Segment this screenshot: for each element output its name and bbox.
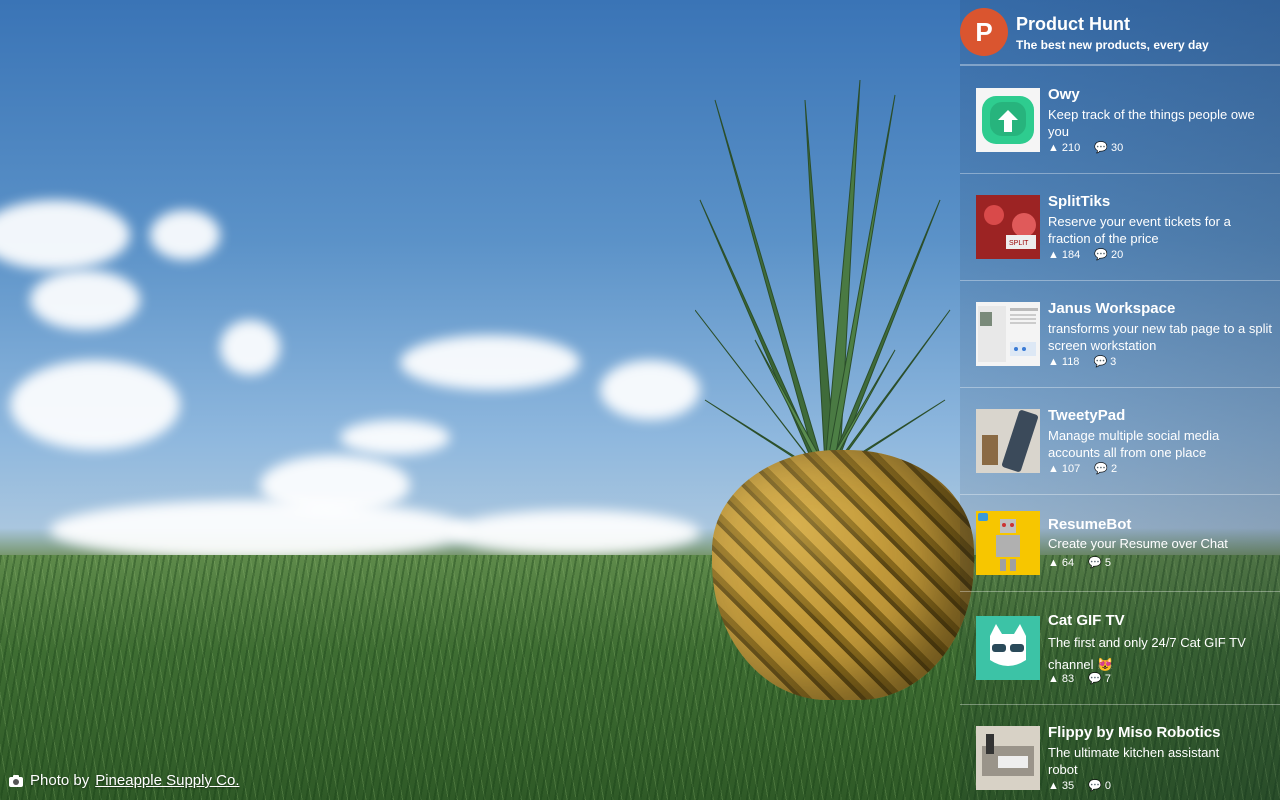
photo-author-link[interactable]: Pineapple Supply Co. [95,772,239,789]
product-item-splittiks[interactable]: SPLIT SplitTiks Reserve your event ticke… [960,193,1280,300]
product-tagline: The ultimate kitchen assistant robot [1048,745,1220,777]
product-tagline: Create your Resume over Chat [1048,536,1228,551]
cloud [30,270,140,330]
product-tagline: The first and only 24/7 Cat GIF TV chann… [1048,635,1246,672]
comment-count[interactable]: 💬 20 [1094,248,1123,262]
item-divider [960,280,1280,281]
vote-count[interactable]: ▲ 184 [1048,248,1080,261]
product-hunt-panel: P Product Hunt The best new products, ev… [960,0,1280,800]
cloud [0,200,130,270]
product-name: Janus Workspace [1048,300,1176,317]
upvote-triangle-icon: ▲ [1048,141,1059,154]
camera-icon [9,774,23,787]
product-item-tweetypad[interactable]: TweetyPad Manage multiple social media a… [960,407,1280,514]
comment-bubble-icon: 💬 [1088,557,1102,569]
upvote-triangle-icon: ▲ [1048,672,1059,685]
product-stats: ▲ 64 💬 5 [1048,556,1111,570]
photo-credit: Photo by Pineapple Supply Co. [8,772,239,789]
item-divider [960,387,1280,388]
product-name: Flippy by Miso Robotics [1048,724,1221,741]
cloud [340,420,450,455]
cloud [10,360,180,450]
product-thumbnail [976,726,1040,790]
product-item-resumebot[interactable]: ResumeBot Create your Resume over Chat ▲… [960,511,1280,616]
product-stats: ▲ 107 💬 2 [1048,462,1117,476]
upvote-triangle-icon: ▲ [1048,462,1059,475]
vote-count[interactable]: ▲ 210 [1048,141,1080,154]
product-name: SplitTiks [1048,193,1111,210]
pineapple-body [712,450,974,700]
upvote-triangle-icon: ▲ [1048,556,1059,569]
vote-count[interactable]: ▲ 83 [1048,672,1074,685]
vote-count[interactable]: ▲ 118 [1048,355,1079,368]
product-name: Owy [1048,86,1080,103]
product-thumbnail [976,616,1040,680]
comment-count[interactable]: 💬 3 [1093,355,1116,369]
product-thumbnail [976,88,1040,152]
product-thumbnail [976,302,1040,366]
product-thumbnail [976,409,1040,473]
comment-bubble-icon: 💬 [1094,142,1108,154]
product-stats: ▲ 210 💬 30 [1048,141,1123,155]
product-tagline: Manage multiple social media accounts al… [1048,428,1220,460]
header-divider [960,64,1280,66]
comment-bubble-icon: 💬 [1093,356,1108,368]
comment-bubble-icon: 💬 [1088,673,1102,685]
upvote-triangle-icon: ▲ [1048,248,1059,261]
product-thumbnail [976,511,1040,575]
credit-prefix: Photo by [30,772,90,789]
product-tagline: transforms your new tab page to a split … [1048,321,1273,353]
item-divider [960,173,1280,174]
cloud [220,320,280,375]
panel-title[interactable]: Product Hunt [1016,14,1130,35]
comment-bubble-icon: 💬 [1088,780,1102,792]
cloud [150,210,220,260]
product-tagline: Keep track of the things people owe you [1048,107,1255,139]
comment-count[interactable]: 💬 5 [1088,556,1111,570]
cloud [400,335,580,390]
product-stats: ▲ 35 💬 0 [1048,779,1111,793]
product-stats: ▲ 118 💬 3 [1048,355,1116,369]
vote-count[interactable]: ▲ 64 [1048,556,1074,569]
svg-text:SPLIT: SPLIT [1009,240,1029,247]
cloud [450,510,700,555]
product-name: Cat GIF TV [1048,612,1125,629]
product-item-owy[interactable]: Owy Keep track of the things people owe … [960,86,1280,193]
item-divider [960,704,1280,705]
product-item-janus-workspace[interactable]: Janus Workspace transforms your new tab … [960,300,1280,407]
product-stats: ▲ 184 💬 20 [1048,248,1123,262]
panel-header: P Product Hunt The best new products, ev… [960,8,1280,64]
product-name: ResumeBot [1048,516,1132,533]
product-stats: ▲ 83 💬 7 [1048,672,1111,686]
product-name: TweetyPad [1048,407,1126,424]
upvote-triangle-icon: ▲ [1048,779,1059,792]
item-divider [960,494,1280,495]
comment-bubble-icon: 💬 [1094,249,1108,261]
product-thumbnail: SPLIT [976,195,1040,259]
vote-count[interactable]: ▲ 107 [1048,462,1080,475]
comment-bubble-icon: 💬 [1094,463,1108,475]
comment-count[interactable]: 💬 7 [1088,672,1111,686]
product-item-flippy[interactable]: Flippy by Miso Robotics The ultimate kit… [960,724,1280,800]
panel-subtitle: The best new products, every day [1016,38,1209,52]
vote-count[interactable]: ▲ 35 [1048,779,1074,792]
upvote-triangle-icon: ▲ [1048,355,1059,368]
pineapple-leaves [695,80,951,470]
product-tagline: Reserve your event tickets for a fractio… [1048,214,1231,246]
comment-count[interactable]: 💬 0 [1088,779,1111,793]
cloud [50,500,470,560]
comment-count[interactable]: 💬 30 [1094,141,1123,155]
item-divider [960,591,1280,592]
cloud [600,360,700,420]
comment-count[interactable]: 💬 2 [1094,462,1117,476]
product-hunt-logo[interactable]: P [960,8,1008,56]
